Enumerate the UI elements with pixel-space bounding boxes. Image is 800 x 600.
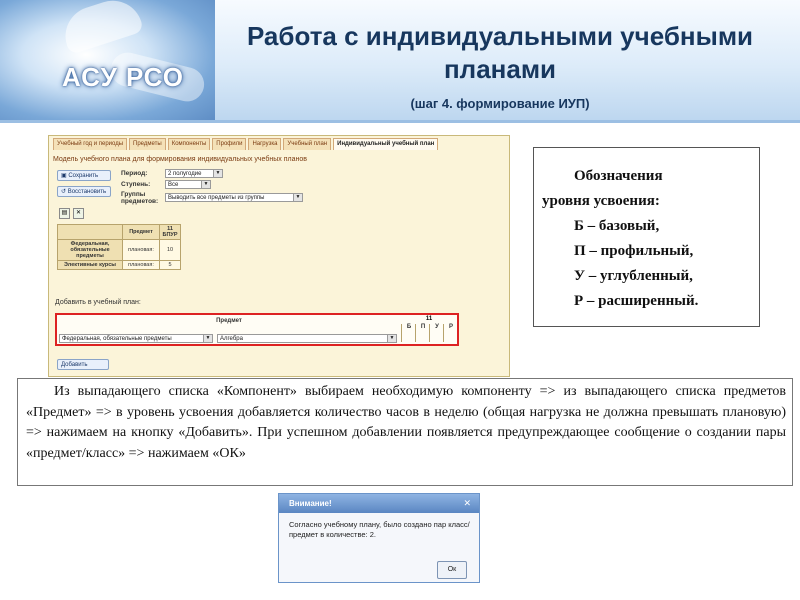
- table-cell: Федеральная, обязательные предметы: [57, 239, 123, 261]
- add-button[interactable]: Добавить: [57, 359, 109, 370]
- chevron-down-icon: ▼: [203, 335, 212, 342]
- legend-line: У – углубленный,: [574, 268, 693, 284]
- subject-select-value: Алгебра: [220, 336, 243, 342]
- legend-line: П – профильный,: [574, 243, 694, 259]
- banner-illustration: [0, 0, 215, 122]
- subject-select[interactable]: Алгебра ▼: [217, 334, 397, 343]
- page-subtitle: (шаг 4. формирование ИУП): [410, 96, 590, 111]
- legend-line: Б – базовый,: [574, 218, 660, 234]
- page-title: Работа с индивидуальными учебными планам…: [246, 21, 754, 84]
- add-subject-row: Предмет 11 Б П У Р Федеральная, обязател…: [55, 313, 459, 346]
- tab-subjects[interactable]: Предметы: [129, 138, 166, 150]
- grade-header: 11: [425, 316, 433, 322]
- groups-select-value: Выводить все предметы из группы: [168, 195, 265, 201]
- asu-rso-logo: АСУ РСО: [62, 62, 185, 92]
- tab-workload[interactable]: Нагрузка: [248, 138, 282, 150]
- stage-label: Ступень:: [121, 181, 151, 188]
- legend-line: Р – расширенный.: [574, 293, 699, 309]
- table-cell: плановая:: [122, 260, 160, 270]
- banner-divider: [0, 120, 800, 123]
- level-p-column[interactable]: П: [415, 324, 430, 342]
- table-row: Предмет 11 БПУР: [57, 224, 181, 240]
- table-cell: 10: [159, 239, 181, 261]
- table-row: Элективные курсы плановая: 5: [57, 260, 181, 270]
- tab-curriculum[interactable]: Учебный план: [283, 138, 332, 150]
- ok-button[interactable]: Ок: [437, 561, 467, 579]
- tab-components[interactable]: Компоненты: [167, 138, 211, 150]
- hand-graphic: [57, 0, 145, 56]
- tab-individual-curriculum[interactable]: Индивидуальный учебный план: [333, 138, 439, 150]
- table-header-cell: [57, 224, 123, 240]
- level-u-label: У: [435, 324, 439, 330]
- table-cell: 5: [159, 260, 181, 270]
- app-screenshot: Учебный год и периоды Предметы Компонент…: [48, 135, 510, 377]
- period-select[interactable]: 2 полугодие ▼: [165, 169, 223, 178]
- app-heading: Модель учебного плана для формирования и…: [53, 156, 307, 163]
- table-row: Федеральная, обязательные предметы плано…: [57, 239, 181, 261]
- table-header-cell: 11 БПУР: [159, 224, 181, 240]
- legend-line: Обозначения: [574, 168, 663, 184]
- print-icon[interactable]: ▤: [59, 208, 70, 219]
- tab-bar: Учебный год и периоды Предметы Компонент…: [53, 138, 440, 150]
- close-icon[interactable]: ✕: [463, 494, 471, 513]
- table-cell: плановая:: [122, 239, 160, 261]
- save-button-label: Сохранить: [68, 173, 99, 179]
- period-label: Период:: [121, 170, 148, 177]
- chevron-down-icon: ▼: [201, 181, 210, 188]
- chevron-down-icon: ▼: [213, 170, 222, 177]
- dialog-title: Внимание!: [279, 494, 479, 513]
- tab-profiles[interactable]: Профили: [212, 138, 247, 150]
- table-cell: Элективные курсы: [57, 260, 123, 270]
- dialog-message: Согласно учебному плану, было создано па…: [289, 520, 470, 539]
- save-button[interactable]: ▣ Сохранить: [57, 170, 111, 181]
- level-b-label: Б: [406, 324, 412, 330]
- level-p-label: П: [420, 324, 426, 330]
- level-r-column[interactable]: Р: [443, 324, 458, 342]
- table-header-cell: Предмет: [122, 224, 160, 240]
- subject-column-header: Предмет: [216, 318, 242, 324]
- groups-select[interactable]: Выводить все предметы из группы ▼: [165, 193, 303, 202]
- excel-icon[interactable]: ✕: [73, 208, 84, 219]
- restore-button-label: Восстановить: [67, 189, 107, 195]
- header-banner: АСУ РСО Работа с индивидуальными учебным…: [0, 0, 800, 123]
- level-r-label: Р: [448, 324, 453, 330]
- component-select[interactable]: Федеральная, обязательные предметы ▼: [59, 334, 213, 343]
- add-section-title: Добавить в учебный план:: [55, 299, 141, 306]
- restore-button[interactable]: ↺ Восстановить: [57, 186, 111, 197]
- stage-select-value: Все: [168, 182, 179, 188]
- instructions-text: Из выпадающего списка «Компонент» выбира…: [17, 378, 793, 486]
- groups-label: Группы предметов:: [121, 191, 159, 205]
- level-legend: Обозначения уровня усвоения: Б – базовый…: [533, 147, 760, 327]
- tab-academic-year[interactable]: Учебный год и периоды: [53, 138, 128, 150]
- period-select-value: 2 полугодие: [168, 171, 202, 177]
- level-u-column[interactable]: У: [429, 324, 444, 342]
- chevron-down-icon: ▼: [387, 335, 396, 342]
- legend-line: уровня усвоения:: [542, 193, 660, 209]
- component-select-value: Федеральная, обязательные предметы: [62, 336, 172, 342]
- level-b-column[interactable]: Б: [401, 324, 416, 342]
- stage-select[interactable]: Все ▼: [165, 180, 211, 189]
- restore-icon: ↺: [61, 189, 68, 195]
- chevron-down-icon: ▼: [293, 194, 302, 201]
- plan-table: Предмет 11 БПУР Федеральная, обязательны…: [57, 224, 181, 270]
- instructions-body: Из выпадающего списка «Компонент» выбира…: [26, 384, 786, 461]
- warning-dialog: Внимание! ✕ Согласно учебному плану, был…: [278, 493, 480, 583]
